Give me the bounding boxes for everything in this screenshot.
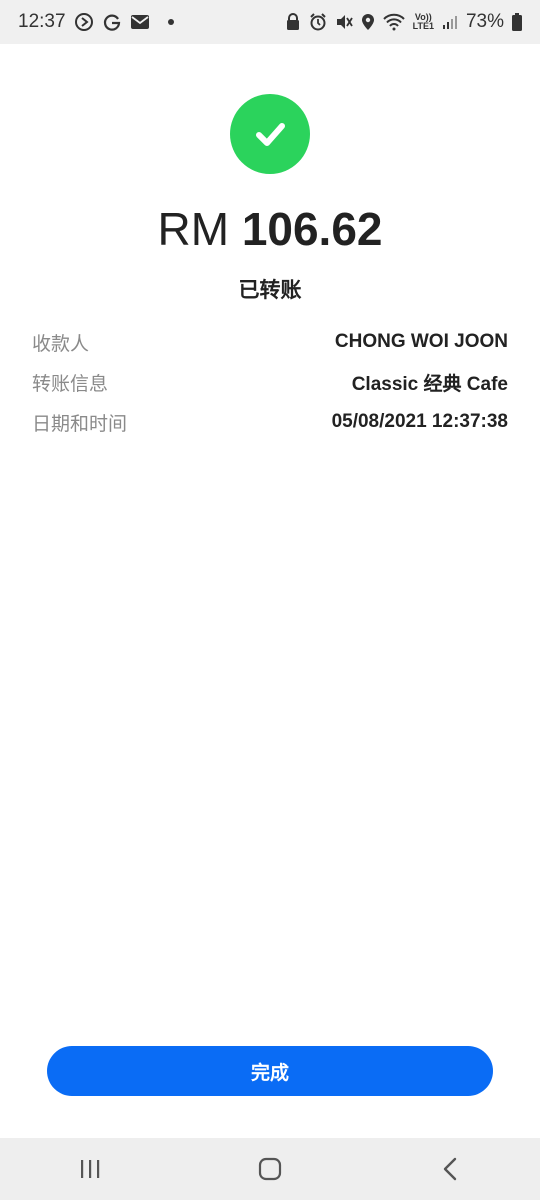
amount-value: 106.62 — [241, 203, 383, 255]
transfer-info-value: Classic 经典 Cafe — [351, 373, 508, 395]
done-button[interactable]: 完成 — [47, 1046, 493, 1096]
recipient-value: CHONG WOI JOON — [334, 331, 508, 352]
transfer-status: 已转账 — [238, 279, 302, 302]
status-bar-left: 12:37 — [18, 11, 174, 33]
battery-icon — [512, 13, 522, 31]
status-bar: 12:37 Vo)) LTE1 73% — [0, 0, 540, 44]
notification-dot — [167, 19, 174, 25]
recent-apps-icon[interactable] — [60, 1149, 120, 1189]
back-icon[interactable] — [420, 1149, 480, 1189]
alarm-icon — [309, 13, 327, 31]
transfer-result-screen: RM 106.62 已转账 收款人 CHONG WOI JOON 转账信息 Cl… — [0, 44, 540, 1138]
detail-row-datetime: 日期和时间 05/08/2021 12:37:38 — [32, 402, 508, 442]
mute-icon — [335, 13, 353, 31]
recycle-lock-icon — [285, 13, 301, 31]
status-time: 12:37 — [18, 11, 66, 32]
currency-label: RM — [157, 203, 230, 255]
system-nav-bar — [0, 1138, 540, 1200]
datetime-value: 05/08/2021 12:37:38 — [331, 411, 508, 432]
volte-label-bottom: LTE1 — [412, 21, 434, 31]
transfer-details: 收款人 CHONG WOI JOON 转账信息 Classic 经典 Cafe … — [32, 322, 508, 442]
status-bar-right: Vo)) LTE1 73% — [285, 11, 522, 33]
location-icon — [361, 13, 375, 31]
transfer-amount: RM 106.62 — [0, 200, 540, 258]
recipient-label: 收款人 — [32, 333, 90, 355]
wifi-icon — [382, 13, 405, 31]
volte-icon: Vo)) LTE1 — [413, 13, 434, 31]
battery-percent: 73% — [465, 11, 504, 32]
signal-icon — [442, 14, 458, 30]
success-check-icon — [230, 94, 310, 174]
detail-row-transfer-info: 转账信息 Classic 经典 Cafe — [32, 362, 508, 402]
google-icon — [102, 12, 122, 32]
detail-row-recipient: 收款人 CHONG WOI JOON — [32, 322, 508, 362]
mail-icon — [130, 14, 150, 30]
transfer-info-label: 转账信息 — [32, 373, 109, 395]
home-icon[interactable] — [240, 1149, 300, 1189]
datetime-label: 日期和时间 — [32, 413, 128, 435]
play-circle-icon — [74, 12, 94, 32]
